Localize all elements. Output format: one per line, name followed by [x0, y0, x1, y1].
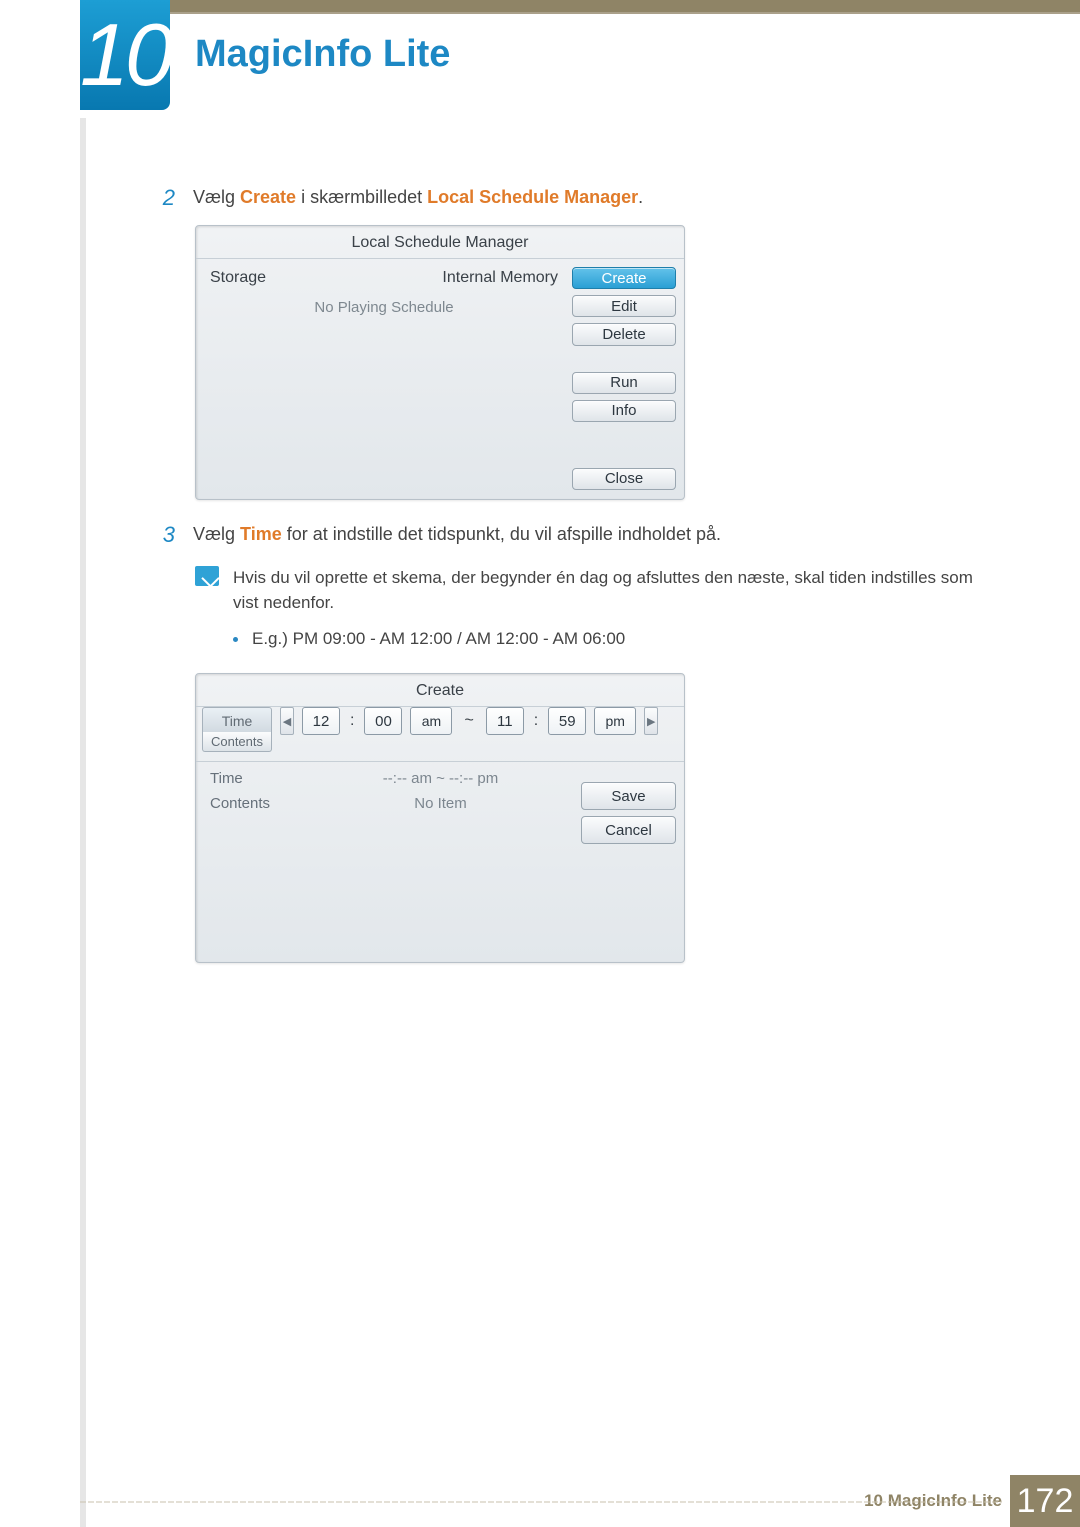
- panel-left: Storage Internal Memory No Playing Sched…: [196, 259, 572, 498]
- create-panel-title: Create: [196, 674, 684, 707]
- content-area: 2 Vælg Create i skærmbilledet Local Sche…: [155, 185, 1000, 963]
- run-button[interactable]: Run: [572, 372, 676, 394]
- chapter-title: MagicInfo Lite: [195, 33, 450, 76]
- note-example-row: E.g.) PM 09:00 - AM 12:00 / AM 12:00 - A…: [233, 629, 1000, 649]
- step-2-mid: i skærmbilledet: [296, 187, 427, 207]
- page-number-badge: 172: [1010, 1475, 1080, 1527]
- summary-contents-value: No Item: [300, 795, 581, 812]
- delete-button[interactable]: Delete: [572, 323, 676, 345]
- left-rail: [80, 118, 86, 1527]
- save-button[interactable]: Save: [581, 782, 676, 810]
- storage-value: Internal Memory: [442, 269, 558, 287]
- start-minute-field[interactable]: 00: [364, 707, 402, 735]
- time-row: Time ◀ 12 : 00 am ~ 11 : 59 pm ▶: [202, 707, 678, 735]
- create-summary: Time --:-- am ~ --:-- pm Contents No Ite…: [210, 770, 581, 914]
- end-ampm-field[interactable]: pm: [594, 707, 636, 735]
- local-schedule-manager-panel: Local Schedule Manager Storage Internal …: [195, 225, 685, 500]
- create-button[interactable]: Create: [572, 267, 676, 289]
- summary-time-value: --:-- am ~ --:-- pm: [300, 770, 581, 787]
- create-buttons: Save Cancel: [581, 770, 676, 914]
- create-panel: Create Time ◀ 12 : 00 am ~ 11 : 59 pm ▶ …: [195, 673, 685, 963]
- step-3-post: for at indstille det tidspunkt, du vil a…: [282, 524, 721, 544]
- cancel-button[interactable]: Cancel: [581, 816, 676, 844]
- create-inputs: Time ◀ 12 : 00 am ~ 11 : 59 pm ▶ Content…: [196, 707, 684, 762]
- tab-contents[interactable]: Contents: [202, 732, 272, 752]
- bullet-icon: [233, 637, 238, 642]
- arrow-left-icon[interactable]: ◀: [280, 707, 294, 735]
- end-minute-field[interactable]: 59: [548, 707, 586, 735]
- footer: 10 MagicInfo Lite 172: [80, 1475, 1080, 1527]
- step-3: 3 Vælg Time for at indstille det tidspun…: [155, 522, 1000, 548]
- colon-2: :: [532, 712, 540, 730]
- summary-time-label: Time: [210, 770, 300, 787]
- step-3-keyword-time: Time: [240, 524, 282, 544]
- tab-time[interactable]: Time: [202, 707, 272, 735]
- panel-body: Storage Internal Memory No Playing Sched…: [196, 259, 684, 498]
- end-hour-field[interactable]: 11: [486, 707, 524, 735]
- note-block: Hvis du vil oprette et skema, der begynd…: [195, 566, 1000, 615]
- panel-buttons: Create Edit Delete Run Info Close: [572, 259, 684, 498]
- step-3-pre: Vælg: [193, 524, 240, 544]
- info-button[interactable]: Info: [572, 400, 676, 422]
- step-3-text: Vælg Time for at indstille det tidspunkt…: [193, 522, 721, 548]
- storage-label: Storage: [210, 269, 266, 287]
- panel-title: Local Schedule Manager: [196, 226, 684, 259]
- summary-contents-label: Contents: [210, 795, 300, 812]
- close-button[interactable]: Close: [572, 468, 676, 490]
- note-icon: [195, 566, 219, 586]
- step-2-keyword-create: Create: [240, 187, 296, 207]
- note-text: Hvis du vil oprette et skema, der begynd…: [233, 566, 1000, 615]
- top-bar: [80, 0, 1080, 12]
- note-example-text: E.g.) PM 09:00 - AM 12:00 / AM 12:00 - A…: [252, 629, 625, 649]
- step-2: 2 Vælg Create i skærmbilledet Local Sche…: [155, 185, 1000, 211]
- colon-1: :: [348, 712, 356, 730]
- arrow-right-icon[interactable]: ▶: [644, 707, 658, 735]
- step-3-number: 3: [155, 522, 175, 548]
- start-ampm-field[interactable]: am: [410, 707, 452, 735]
- footer-rule: [80, 1501, 1002, 1503]
- create-body: Time --:-- am ~ --:-- pm Contents No Ite…: [196, 762, 684, 922]
- start-hour-field[interactable]: 12: [302, 707, 340, 735]
- contents-row: Contents: [202, 735, 678, 755]
- step-2-post: .: [638, 187, 643, 207]
- no-playing-schedule: No Playing Schedule: [210, 299, 558, 316]
- step-2-number: 2: [155, 185, 175, 211]
- step-2-text: Vælg Create i skærmbilledet Local Schedu…: [193, 185, 643, 211]
- chapter-number-badge: 10: [80, 0, 170, 110]
- tilde: ~: [460, 712, 477, 730]
- storage-line: Storage Internal Memory: [210, 269, 558, 287]
- step-2-keyword-lsm: Local Schedule Manager: [427, 187, 638, 207]
- step-2-pre: Vælg: [193, 187, 240, 207]
- edit-button[interactable]: Edit: [572, 295, 676, 317]
